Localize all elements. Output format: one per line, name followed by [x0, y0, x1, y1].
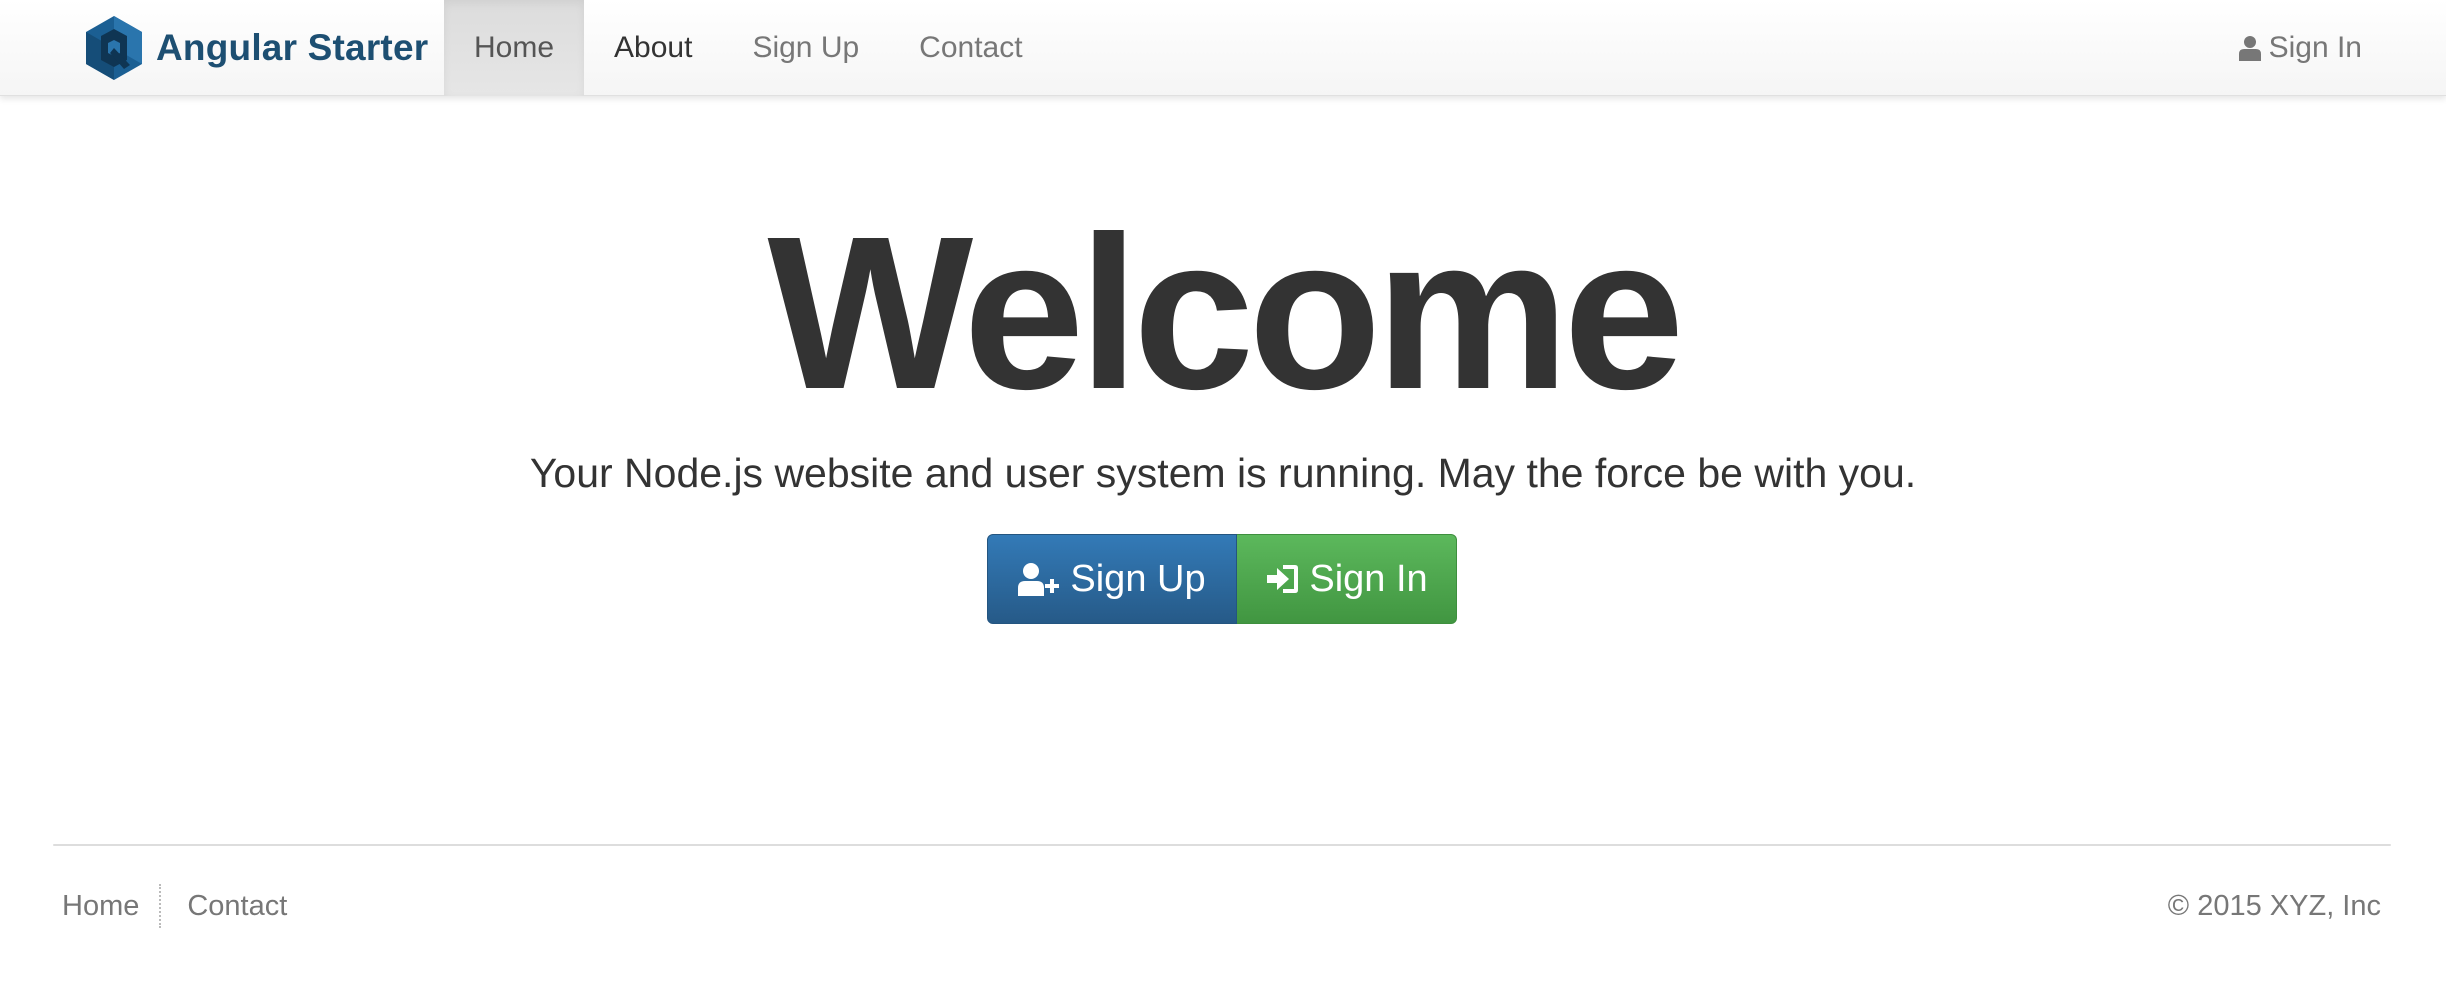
sign-up-button[interactable]: Sign Up: [987, 534, 1237, 624]
nav-item-home[interactable]: Home: [444, 0, 585, 96]
nav-item-sign-up[interactable]: Sign Up: [722, 0, 889, 96]
nav-sign-in-link[interactable]: Sign In: [2238, 0, 2362, 96]
brand-link[interactable]: Angular Starter: [84, 14, 428, 82]
sign-in-icon: [1267, 565, 1299, 593]
footer-nav: Home Contact: [62, 882, 287, 930]
hero-subtitle: Your Node.js website and user system is …: [529, 450, 1917, 496]
nav-item-contact[interactable]: Contact: [889, 0, 1052, 96]
hexagon-logo-icon: [86, 16, 142, 80]
user-plus-icon: [1018, 563, 1060, 596]
footer-link-home[interactable]: Home: [62, 890, 139, 923]
main-nav: Home About Sign Up Contact: [444, 0, 1053, 96]
hero-title: Welcome: [767, 192, 1684, 435]
nav-sign-in-label: Sign In: [2268, 31, 2362, 64]
sign-in-button[interactable]: Sign In: [1237, 534, 1457, 624]
footer-separator: [159, 884, 162, 928]
footer-link-contact[interactable]: Contact: [187, 890, 287, 923]
sign-in-button-label: Sign In: [1309, 557, 1428, 600]
sign-up-button-label: Sign Up: [1070, 557, 1206, 600]
footer-divider: [53, 844, 2391, 846]
top-navbar: Angular Starter Home About Sign Up Conta…: [0, 0, 2446, 96]
nav-item-about[interactable]: About: [584, 0, 722, 96]
brand-name: Angular Starter: [156, 27, 429, 68]
user-icon: [2238, 36, 2261, 61]
footer-copyright: © 2015 XYZ, Inc: [2167, 889, 2381, 922]
hero-button-group: Sign Up Sign In: [987, 534, 1457, 624]
